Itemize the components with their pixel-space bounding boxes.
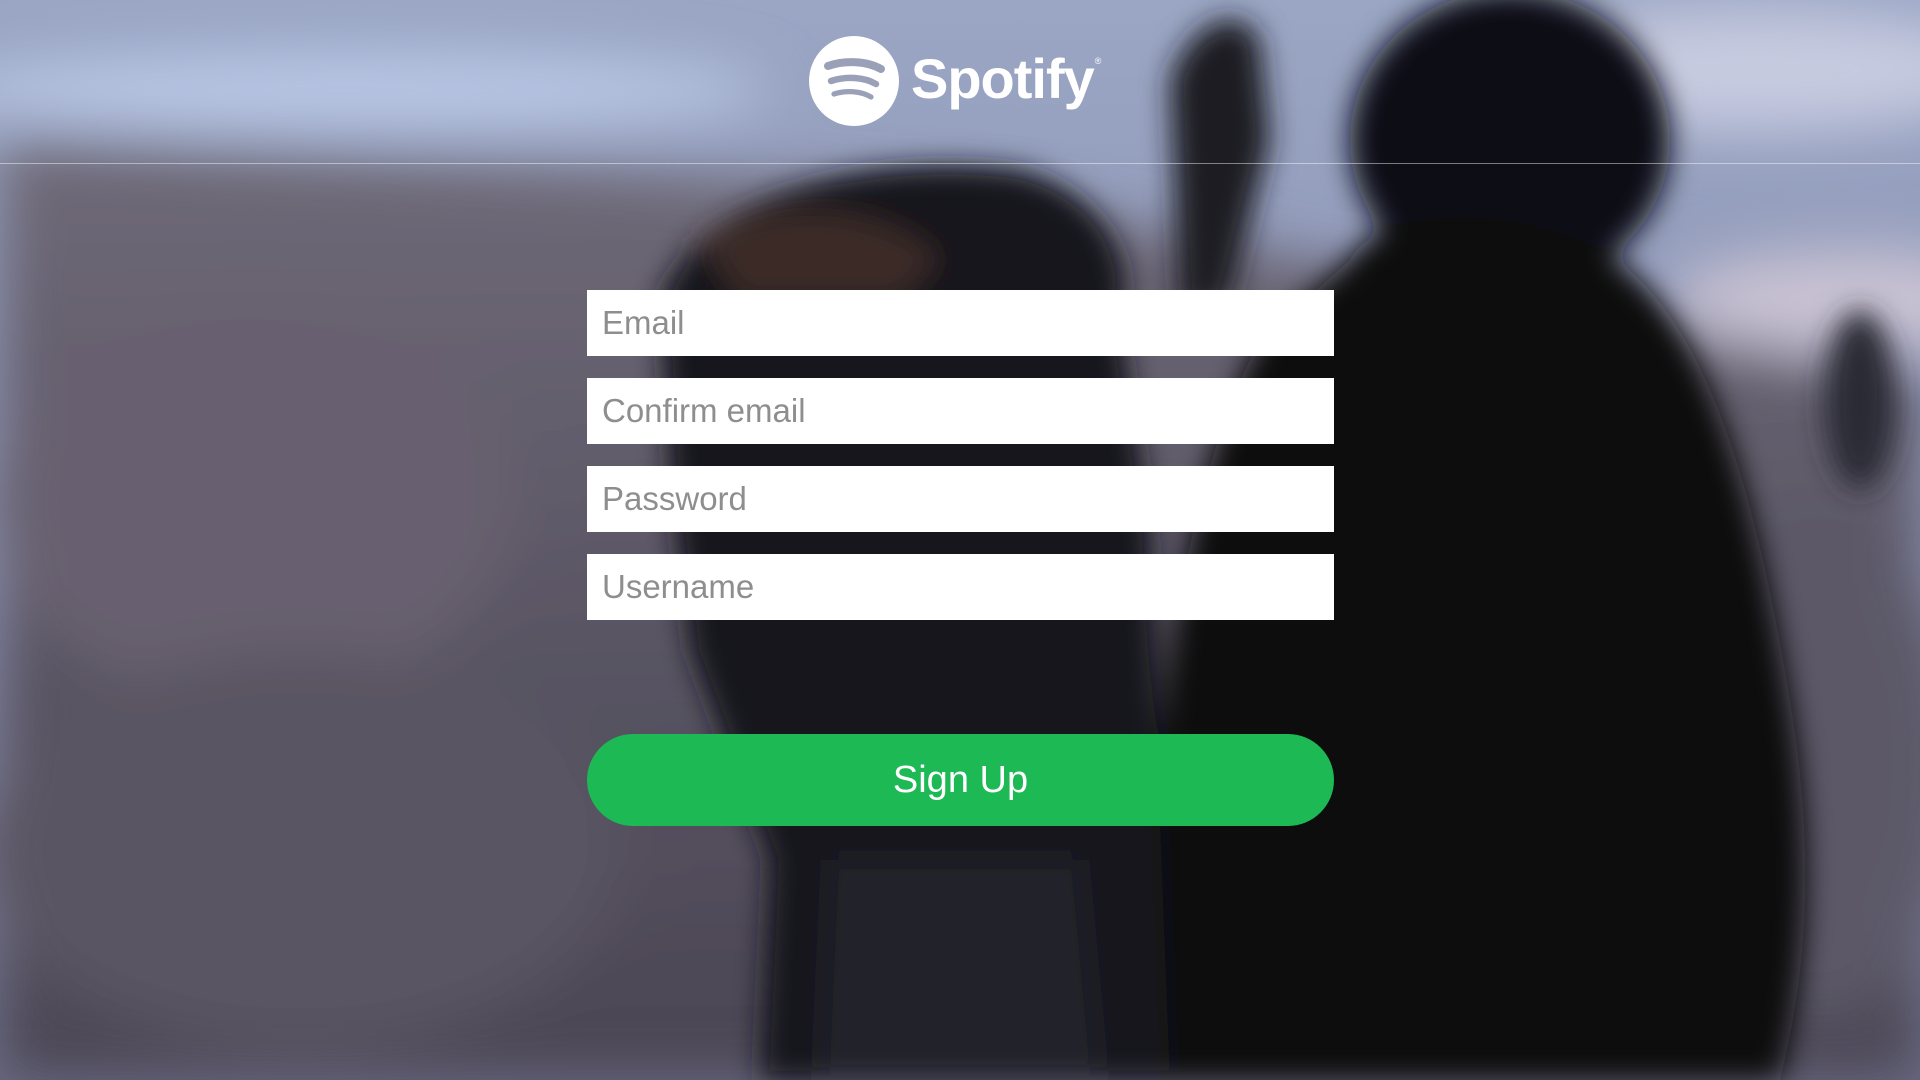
username-field[interactable] [587,554,1334,620]
confirm-email-field[interactable] [587,378,1334,444]
password-field[interactable] [587,466,1334,532]
registered-mark: ® [1094,56,1102,66]
header-divider [0,163,1920,164]
spotify-logo: Spotify ® [809,36,1101,126]
header: Spotify ® [0,0,1920,164]
spotify-logo-icon [809,36,899,126]
brand-name: Spotify [911,47,1095,110]
signup-form [587,290,1334,642]
sign-up-button[interactable]: Sign Up [587,734,1334,826]
email-field[interactable] [587,290,1334,356]
